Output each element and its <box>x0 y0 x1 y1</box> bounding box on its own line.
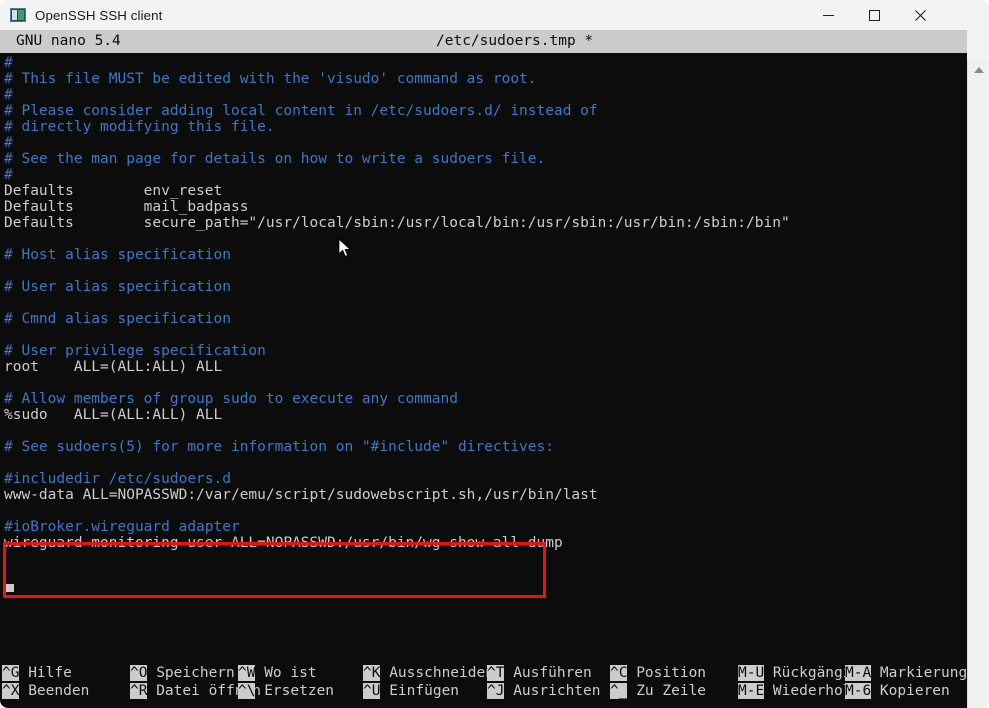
file-line: # Allow members of group sudo to execute… <box>4 391 458 407</box>
file-line <box>0 375 967 391</box>
console-icon <box>10 8 26 22</box>
nano-filename-label: /etc/sudoers.tmp * <box>436 33 594 49</box>
shortcut-label: Speichern <box>147 665 235 681</box>
file-line: # Please consider adding local content i… <box>4 103 598 119</box>
shortcut-item[interactable]: M-U Rückgängig <box>738 664 860 682</box>
shortcut-item[interactable]: ^\ Ersetzen <box>238 682 334 700</box>
shortcut-row-bottom: ^X Beenden ^R Datei öffnen ^\ Ersetzen ^U E… <box>0 682 967 700</box>
file-line: #ioBroker.wireguard adapter <box>4 519 240 535</box>
shortcut-label: Ausschneiden <box>380 665 494 681</box>
shortcut-key: ^\ <box>238 683 256 699</box>
scroll-up-icon[interactable] <box>968 60 989 79</box>
shortcut-label: Hilfe <box>19 665 72 681</box>
nano-file-content[interactable]: # # This file MUST be edited with the 'vi… <box>0 55 967 551</box>
file-line: wireguard-monitoring-user ALL=NOPASSWD:/… <box>4 535 563 551</box>
shortcut-key: ^W <box>238 665 256 681</box>
file-line: Defaults secure_path="/usr/local/sbin:/u… <box>4 215 790 231</box>
shortcut-key: ^C <box>610 665 628 681</box>
file-line: Defaults mail_badpass <box>4 199 249 215</box>
shortcut-row-top: ^G Hilfe ^O Speichern ^W Wo ist ^K Ausschne… <box>0 664 967 682</box>
shortcut-key: M-E <box>738 683 765 699</box>
shortcut-key: M-U <box>738 665 765 681</box>
shortcut-label: Ersetzen <box>255 683 335 699</box>
file-line: %sudo ALL=(ALL:ALL) ALL <box>4 407 223 423</box>
file-line: root ALL=(ALL:ALL) ALL <box>4 359 223 375</box>
file-line <box>0 231 967 247</box>
nano-version-label: GNU nano 5.4 <box>16 33 121 49</box>
file-line: # directly modifying this file. <box>4 119 275 135</box>
terminal-area: GNU nano 5.4 /etc/sudoers.tmp * # # This … <box>0 30 989 708</box>
shortcut-label: Zu Zeile <box>627 683 707 699</box>
file-line: # This file MUST be edited with the 'vis… <box>4 71 537 87</box>
file-line: #includedir /etc/sudoers.d <box>4 471 231 487</box>
shortcut-key: M-6 <box>845 683 872 699</box>
shortcut-label: Markierung <box>871 665 967 681</box>
shortcut-item[interactable]: M-A Markierung <box>845 664 967 682</box>
file-line: # <box>4 135 13 151</box>
maximize-button[interactable] <box>851 0 897 30</box>
shortcut-item[interactable]: ^T Ausführen <box>487 664 592 682</box>
shortcut-item[interactable]: ^U Einfügen <box>363 682 459 700</box>
shortcut-label: Ausführen <box>504 665 592 681</box>
shortcut-item[interactable]: ^_ Zu Zeile <box>610 682 706 700</box>
file-line: Defaults env_reset <box>4 183 223 199</box>
titlebar-left-group: OpenSSH SSH client <box>10 0 162 30</box>
file-line: # Host alias specification <box>4 247 231 263</box>
file-line: # User privilege specification <box>4 343 266 359</box>
terminal-scrollbar[interactable] <box>967 60 989 708</box>
shortcut-key: ^R <box>130 683 148 699</box>
minimize-button[interactable] <box>805 0 851 30</box>
nano-title-bar: GNU nano 5.4 /etc/sudoers.tmp * <box>0 30 967 53</box>
shortcut-key: ^_ <box>610 683 628 699</box>
file-line <box>0 455 967 471</box>
shortcut-item[interactable]: M-6 Kopieren <box>845 682 950 700</box>
file-line: www-data ALL=NOPASSWD:/var/emu/script/su… <box>4 487 598 503</box>
window-titlebar[interactable]: OpenSSH SSH client <box>0 0 989 30</box>
file-line: # Cmnd alias specification <box>4 311 231 327</box>
shortcut-key: ^U <box>363 683 381 699</box>
shortcut-key: ^K <box>363 665 381 681</box>
shortcut-label: Beenden <box>19 683 90 699</box>
file-line <box>0 295 967 311</box>
file-line <box>0 327 967 343</box>
file-line: # See the man page for details on how to… <box>4 151 546 167</box>
file-line <box>0 423 967 439</box>
ssh-client-window: OpenSSH SSH client GNU nano 5.4 /etc/sud… <box>0 0 989 708</box>
shortcut-item[interactable]: ^C Position <box>610 664 706 682</box>
shortcut-item[interactable]: ^O Speichern <box>130 664 235 682</box>
file-line: # <box>4 167 13 183</box>
file-line <box>0 263 967 279</box>
shortcut-item[interactable]: ^J Ausrichten <box>487 682 601 700</box>
file-line: # See sudoers(5) for more information on… <box>4 439 554 455</box>
shortcut-key: ^O <box>130 665 148 681</box>
nano-shortcut-bar: ^G Hilfe ^O Speichern ^W Wo ist ^K Ausschne… <box>0 664 967 700</box>
shortcut-item[interactable]: ^W Wo ist <box>238 664 317 682</box>
shortcut-item[interactable]: ^G Hilfe <box>2 664 72 682</box>
shortcut-label: Einfügen <box>380 683 460 699</box>
shortcut-key: ^T <box>487 665 505 681</box>
file-line: # <box>4 87 13 103</box>
file-line <box>0 503 967 519</box>
shortcut-item[interactable]: ^K Ausschneiden <box>363 664 494 682</box>
text-cursor <box>5 584 14 592</box>
close-button[interactable] <box>897 0 943 30</box>
shortcut-key: ^G <box>2 665 20 681</box>
shortcut-key: ^X <box>2 683 20 699</box>
shortcut-item[interactable]: ^X Beenden <box>2 682 89 700</box>
shortcut-label: Kopieren <box>871 683 950 699</box>
shortcut-key: ^J <box>487 683 505 699</box>
shortcut-label: Wo ist <box>255 665 317 681</box>
file-line: # User alias specification <box>4 279 231 295</box>
shortcut-label: Position <box>627 665 707 681</box>
shortcut-key: M-A <box>845 665 872 681</box>
file-line: # <box>4 55 13 71</box>
shortcut-label: Ausrichten <box>504 683 601 699</box>
nano-editor[interactable]: GNU nano 5.4 /etc/sudoers.tmp * # # This … <box>0 30 967 708</box>
window-title: OpenSSH SSH client <box>35 7 163 23</box>
